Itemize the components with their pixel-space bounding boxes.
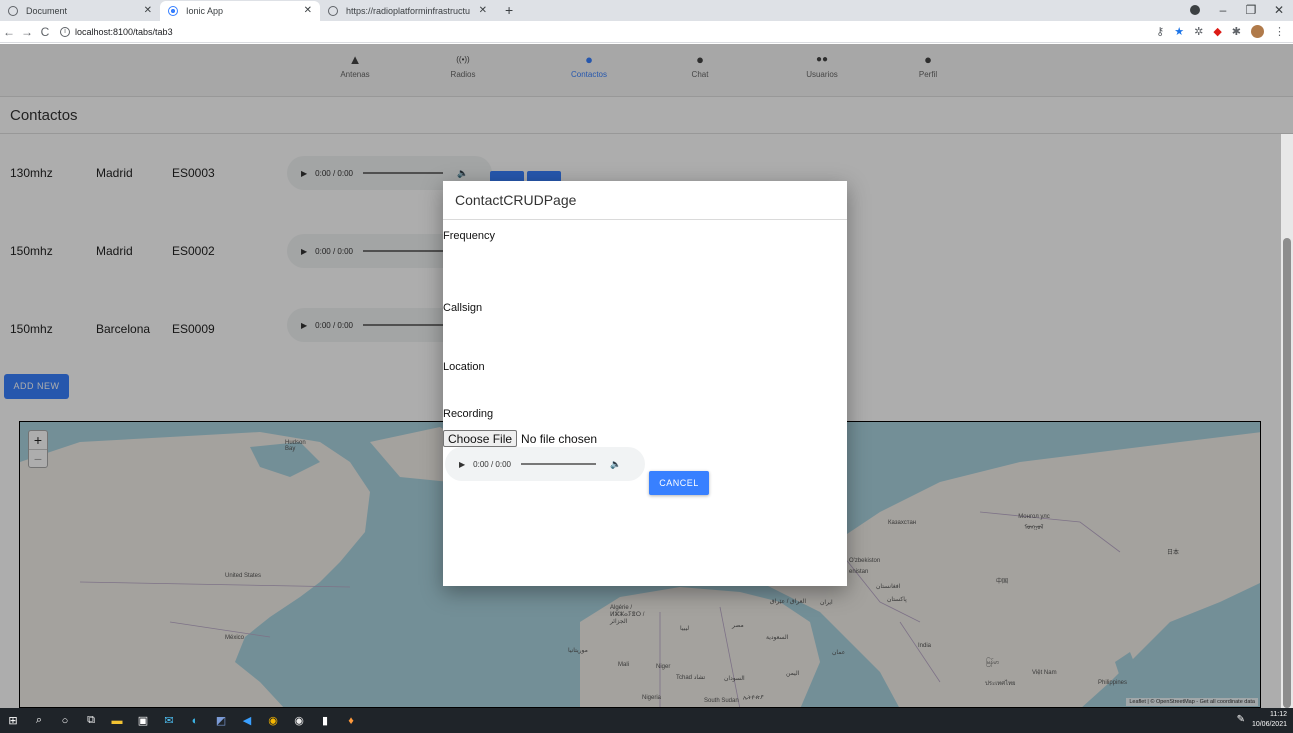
windows-taskbar: ⊞ ⌕ ○ ⧉ ▬ ▣ ✉ ◐ ◩ ◀ ◉ ◉ ▮ ♦ ✎ 11:12 10/0… xyxy=(0,708,1293,733)
clock-time: 11:12 xyxy=(1270,711,1287,718)
vscode-icon[interactable]: ◀ xyxy=(234,714,260,727)
pen-icon[interactable]: ✎ xyxy=(1237,714,1245,725)
browser-tab-radioplatform[interactable]: https://radioplatforminfrastructu ✕ xyxy=(320,1,495,21)
kebab-menu-icon[interactable]: ⋮ xyxy=(1274,25,1285,38)
close-icon[interactable]: ✕ xyxy=(479,5,487,16)
no-file-text: No file chosen xyxy=(521,431,598,446)
scrollbar[interactable] xyxy=(1281,134,1293,708)
recording-audio-player[interactable]: ▶ 0:00 / 0:00 🔈 xyxy=(445,447,645,481)
puzzle-icon[interactable]: ✱ xyxy=(1232,25,1241,38)
close-icon[interactable]: ✕ xyxy=(144,5,152,16)
tab-title: Ionic App xyxy=(186,6,224,16)
info-icon[interactable]: i xyxy=(60,26,70,37)
browser-tab-bar: Document ✕ Ionic App ✕ https://radioplat… xyxy=(0,0,1293,21)
file-explorer-icon[interactable]: ▬ xyxy=(104,715,130,727)
clock-date: 10/06/2021 xyxy=(1251,721,1287,728)
url-text: localhost:8100/tabs/tab3 xyxy=(75,26,173,37)
star-icon[interactable]: ★ xyxy=(1174,25,1184,38)
store-icon[interactable]: ▣ xyxy=(130,714,156,727)
audio-progress-track[interactable] xyxy=(520,463,596,465)
tab-title: https://radioplatforminfrastructu xyxy=(346,6,471,16)
windows-start-icon[interactable]: ⊞ xyxy=(0,714,26,727)
location-label: Location xyxy=(443,361,485,373)
taskbar-clock[interactable]: 11:12 10/06/2021 xyxy=(1252,710,1287,730)
forward-icon[interactable]: → xyxy=(18,25,36,39)
close-icon[interactable]: ✕ xyxy=(304,5,312,16)
scrollbar-thumb[interactable] xyxy=(1283,238,1291,708)
minimize-icon[interactable]: – xyxy=(1209,0,1237,20)
close-window-icon[interactable]: ✕ xyxy=(1265,0,1293,20)
reload-icon[interactable]: C xyxy=(36,25,54,39)
globe-icon xyxy=(328,6,338,16)
flame-icon[interactable]: ♦ xyxy=(338,715,364,727)
maximize-icon[interactable]: ❐ xyxy=(1237,0,1265,20)
angular-icon[interactable]: ◆ xyxy=(1213,25,1221,38)
callsign-label: Callsign xyxy=(443,302,483,314)
screen: Document ✕ Ionic App ✕ https://radioplat… xyxy=(0,0,1293,733)
play-icon[interactable]: ▶ xyxy=(459,460,465,469)
modal-title: ContactCRUDPage xyxy=(455,192,577,208)
choose-file-button[interactable]: Choose File xyxy=(443,430,518,447)
globe-icon xyxy=(8,6,18,16)
extension-icons: ⚷ ★ ✲ ◆ ✱ ⋮ xyxy=(1156,25,1285,38)
ionic-icon xyxy=(168,6,178,16)
avatar[interactable] xyxy=(1251,25,1264,38)
tab-title: Document xyxy=(26,6,68,16)
frequency-label: Frequency xyxy=(443,230,495,242)
key-icon[interactable]: ⚷ xyxy=(1156,25,1164,38)
task-view-icon[interactable]: ⧉ xyxy=(78,714,104,727)
contact-crud-modal: ContactCRUDPage Frequency Callsign Locat… xyxy=(443,181,847,586)
file-input[interactable]: Choose File No file chosen xyxy=(443,430,597,447)
extension-icon[interactable]: ✲ xyxy=(1194,25,1203,38)
record-icon[interactable] xyxy=(1181,0,1209,20)
audio-time: 0:00 / 0:00 xyxy=(473,459,511,469)
edge-icon[interactable]: ◐ xyxy=(182,715,208,727)
browser-tab-ionic-app[interactable]: Ionic App ✕ xyxy=(160,1,320,21)
modal-header: ContactCRUDPage xyxy=(443,181,847,220)
browser-tab-document[interactable]: Document ✕ xyxy=(0,1,160,21)
search-icon[interactable]: ⌕ xyxy=(26,714,52,727)
url-field[interactable]: i localhost:8100/tabs/tab3 xyxy=(60,24,173,40)
address-bar: ← → C i localhost:8100/tabs/tab3 ⚷ ★ ✲ ◆… xyxy=(0,21,1293,43)
mail-icon[interactable]: ✉ xyxy=(156,714,182,727)
chrome-profile-icon[interactable]: ◉ xyxy=(286,714,312,727)
window-controls: – ❐ ✕ xyxy=(1181,0,1293,20)
chrome-icon[interactable]: ◉ xyxy=(260,714,286,727)
document-icon[interactable]: ▮ xyxy=(312,714,338,727)
volume-icon[interactable]: 🔈 xyxy=(610,459,621,470)
new-tab-button[interactable]: + xyxy=(495,1,523,21)
cancel-button[interactable]: CANCEL xyxy=(649,471,709,495)
cortana-icon[interactable]: ○ xyxy=(52,715,78,727)
azure-icon[interactable]: ◩ xyxy=(208,714,234,727)
recording-label: Recording xyxy=(443,408,494,420)
back-icon[interactable]: ← xyxy=(0,25,18,39)
